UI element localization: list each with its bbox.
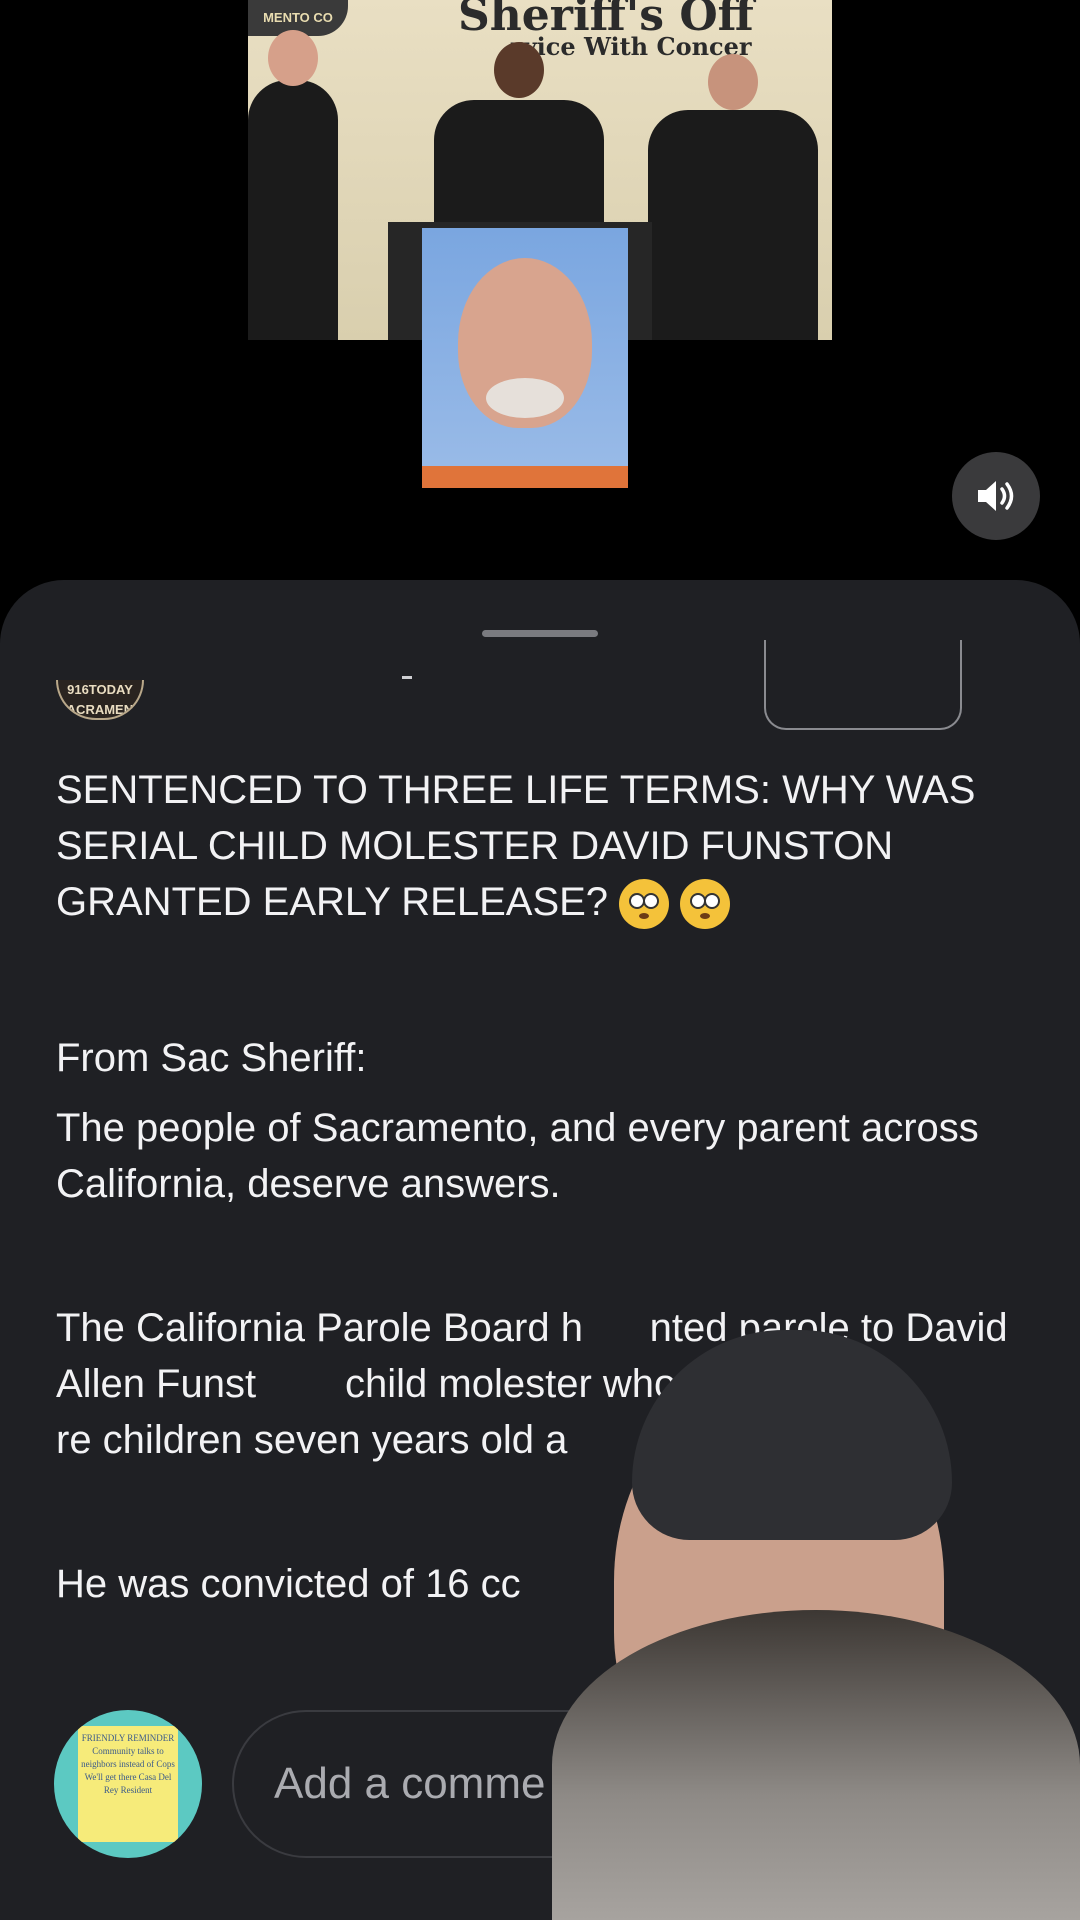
source-name-fragment: [402, 676, 412, 679]
flushed-face-emoji: [619, 879, 670, 930]
creator-beanie: [632, 1330, 952, 1540]
post-headline: SENTENCED TO THREE LIFE TERMS: WHY WAS S…: [56, 762, 1036, 930]
sign-subtitle: rvice With Concer: [510, 32, 752, 61]
speaker-icon: [978, 481, 1014, 511]
creator-beard: [552, 1610, 1080, 1920]
sheet-grabber[interactable]: [482, 630, 598, 637]
from-line: From Sac Sheriff:: [56, 1036, 367, 1080]
source-avatar[interactable]: 916TODAY SACRAMENTO: [56, 680, 144, 720]
paragraph-1: The people of Sacramento, and every pare…: [56, 1106, 979, 1206]
follow-button[interactable]: [764, 640, 962, 730]
officer-left: [248, 30, 338, 340]
sound-toggle-button[interactable]: [952, 452, 1040, 540]
creator-overlay: [548, 1330, 1080, 1920]
avatar-note: FRIENDLY REMINDER Community talks to nei…: [78, 1726, 178, 1842]
mugshot-image: [422, 228, 628, 488]
officer-right: [648, 54, 818, 340]
flushed-face-emoji: [680, 879, 731, 930]
video-area[interactable]: MENTO CO Sheriff's Off rvice With Concer: [0, 0, 1080, 580]
user-avatar[interactable]: FRIENDLY REMINDER Community talks to nei…: [54, 1710, 202, 1858]
headline-text: SENTENCED TO THREE LIFE TERMS: WHY WAS S…: [56, 768, 976, 924]
